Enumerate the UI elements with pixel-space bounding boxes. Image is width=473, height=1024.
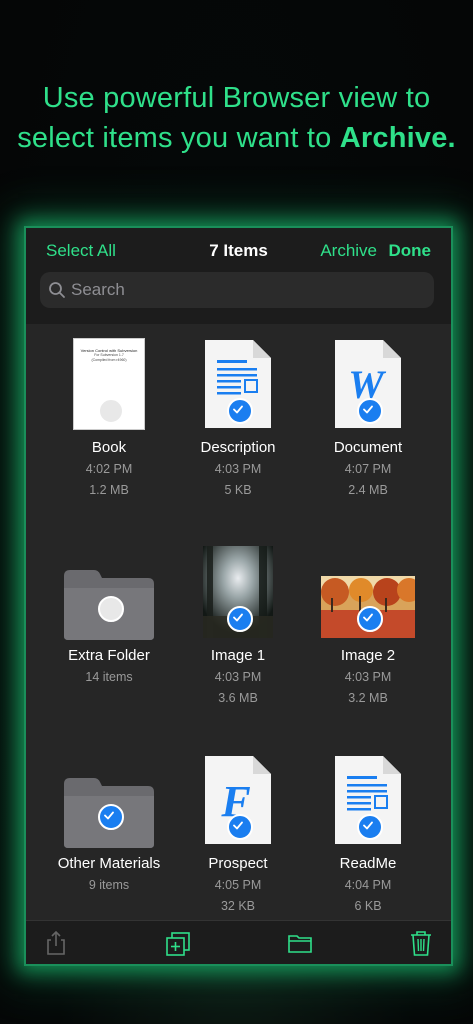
file-thumbnail[interactable]: F <box>173 754 303 854</box>
file-size: 1.2 MB <box>89 483 129 497</box>
file-size: 6 KB <box>354 899 382 913</box>
file-thumbnail[interactable]: Version Control with Subversion For Subve… <box>44 338 174 438</box>
headline: Use powerful Browser view to select item… <box>0 78 473 158</box>
file-modified-time: 4:03 PM <box>344 670 392 684</box>
file-name: Description <box>200 439 276 456</box>
file-size: 5 KB <box>224 483 252 497</box>
select-all-button[interactable]: Select All <box>46 241 116 261</box>
file-name: Book <box>91 439 127 456</box>
headline-line-2: select items you want to Archive. <box>0 118 473 158</box>
file-thumbnail[interactable] <box>173 546 303 646</box>
selected-checkmark-icon[interactable] <box>357 814 383 840</box>
file-name: Image 1 <box>210 647 266 664</box>
file-item[interactable]: ReadMe 4:04 PM 6 KB <box>303 754 433 944</box>
file-size: 2.4 MB <box>348 483 388 497</box>
file-modified-time: 4:04 PM <box>344 878 392 892</box>
selected-checkmark-icon[interactable] <box>357 398 383 424</box>
search-placeholder: Search <box>71 280 125 299</box>
duplicate-icon[interactable] <box>164 929 192 957</box>
file-thumbnail[interactable] <box>173 338 303 438</box>
file-thumbnail[interactable]: W <box>303 338 433 438</box>
file-modified-time: 14 items <box>85 670 133 684</box>
file-item[interactable]: W Document 4:07 PM 2.4 MB <box>303 338 433 528</box>
file-item[interactable]: Extra Folder 14 items <box>44 546 174 736</box>
headline-emphasis: Archive. <box>339 122 456 154</box>
file-name: Document <box>333 439 403 456</box>
file-item[interactable]: Other Materials 9 items <box>44 754 174 944</box>
file-grid: Version Control with Subversion For Subve… <box>26 324 451 920</box>
headline-text: select items you want to <box>17 122 340 154</box>
search-icon <box>49 282 65 298</box>
file-size: 3.6 MB <box>218 691 258 705</box>
file-item[interactable]: Version Control with Subversion For Subve… <box>44 338 174 528</box>
file-item[interactable]: Image 1 4:03 PM 3.6 MB <box>173 546 303 736</box>
file-name: Image 2 <box>340 647 396 664</box>
file-item[interactable]: Image 2 4:03 PM 3.2 MB <box>303 546 433 736</box>
search-input[interactable]: Search <box>40 272 434 308</box>
selected-checkmark-icon[interactable] <box>98 804 124 830</box>
file-modified-time: 4:03 PM <box>214 670 262 684</box>
selected-checkmark-icon[interactable] <box>227 606 253 632</box>
share-icon[interactable] <box>42 929 70 957</box>
archive-button[interactable]: Archive <box>320 241 377 261</box>
file-name: ReadMe <box>339 855 397 872</box>
selected-checkmark-icon[interactable] <box>357 606 383 632</box>
phone-screen: Select All 7 Items Archive Done Search V… <box>24 226 453 966</box>
file-modified-time: 9 items <box>88 878 130 892</box>
file-name: Extra Folder <box>68 647 150 664</box>
file-modified-time: 4:02 PM <box>85 462 133 476</box>
file-modified-time: 4:03 PM <box>214 462 262 476</box>
done-button[interactable]: Done <box>389 241 432 261</box>
selected-checkmark-icon[interactable] <box>227 814 253 840</box>
selected-checkmark-icon[interactable] <box>227 398 253 424</box>
headline-line-1: Use powerful Browser view to <box>42 82 431 114</box>
unselected-circle-icon[interactable] <box>98 398 124 424</box>
file-thumbnail[interactable] <box>44 546 174 646</box>
file-thumbnail[interactable] <box>303 754 433 854</box>
file-item[interactable]: Description 4:03 PM 5 KB <box>173 338 303 528</box>
file-name: Other Materials <box>57 855 161 872</box>
navigation-bar: Select All 7 Items Archive Done Search <box>26 228 451 324</box>
file-thumbnail[interactable] <box>44 754 174 854</box>
file-name: Prospect <box>208 855 268 872</box>
file-size: 3.2 MB <box>348 691 388 705</box>
book-cover-edition: (Compiled from r4960) <box>91 358 127 362</box>
bottom-toolbar <box>26 920 451 964</box>
folder-icon[interactable] <box>286 929 314 957</box>
file-size: 32 KB <box>220 899 256 913</box>
file-item[interactable]: F Prospect 4:05 PM 32 KB <box>173 754 303 944</box>
trash-icon[interactable] <box>407 929 435 957</box>
unselected-circle-icon[interactable] <box>98 596 124 622</box>
file-modified-time: 4:07 PM <box>344 462 392 476</box>
file-modified-time: 4:05 PM <box>214 878 262 892</box>
file-thumbnail[interactable] <box>303 546 433 646</box>
